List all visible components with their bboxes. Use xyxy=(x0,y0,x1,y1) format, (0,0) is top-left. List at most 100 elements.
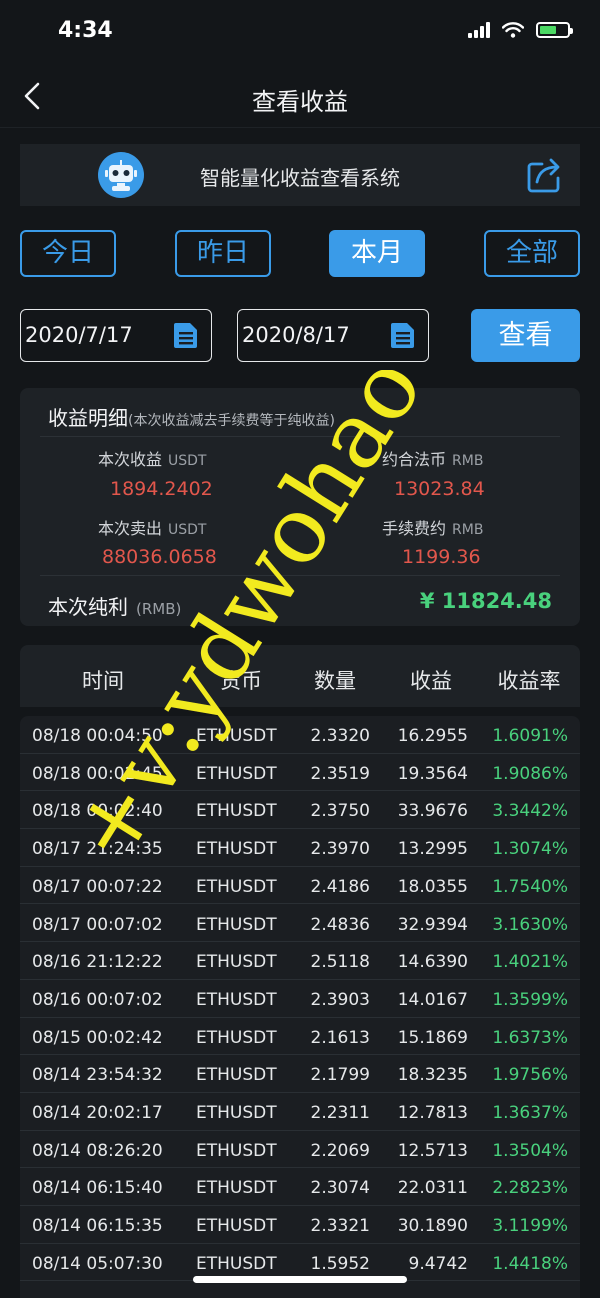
row-coin: ETHUSDT xyxy=(196,839,277,860)
this-sell-value: 88036.0658 xyxy=(102,546,217,568)
tab-all[interactable]: 全部 xyxy=(484,230,580,277)
row-profit: 18.3235 xyxy=(397,1065,468,1086)
fee-value: 1199.36 xyxy=(402,546,481,568)
row-quantity: 2.3321 xyxy=(310,1216,370,1237)
row-quantity: 2.3750 xyxy=(310,801,370,822)
row-time: 08/14 20:02:17 xyxy=(32,1103,163,1123)
row-quantity: 2.2311 xyxy=(310,1103,370,1123)
table-row: 08/14 20:02:17 ETHUSDT 2.2311 12.7813 1.3637… xyxy=(20,1093,580,1131)
row-coin: ETHUSDT xyxy=(196,1253,277,1274)
row-coin: ETHUSDT xyxy=(196,1216,277,1237)
row-quantity: 2.4186 xyxy=(310,876,370,897)
divider xyxy=(40,436,560,437)
home-indicator[interactable] xyxy=(193,1276,407,1283)
row-time: 08/17 21:24:35 xyxy=(32,839,163,860)
nav-bar: 查看收益 xyxy=(0,64,600,128)
row-time: 08/18 00:04:50 xyxy=(32,726,163,746)
start-date-value: 2020/7/17 xyxy=(25,323,133,347)
row-profit: 16.2955 xyxy=(397,726,468,746)
share-icon[interactable] xyxy=(526,156,564,194)
divider xyxy=(40,575,560,576)
row-quantity: 2.1613 xyxy=(310,1027,370,1048)
tab-this-month[interactable]: 本月 xyxy=(329,230,425,277)
this-profit-label-text: 本次收益 xyxy=(98,450,163,469)
start-date-field[interactable]: 2020/7/17 xyxy=(20,309,212,362)
row-time: 08/16 00:07:02 xyxy=(32,989,163,1010)
column-header-profit-rate: 收益率 xyxy=(497,669,561,693)
row-coin: ETHUSDT xyxy=(196,801,277,822)
end-date-field[interactable]: 2020/8/17 xyxy=(237,309,429,362)
approx-fiat-value: 13023.84 xyxy=(394,478,485,500)
row-profit-rate: 2.2823% xyxy=(492,1178,568,1199)
status-bar: 4:34 xyxy=(0,0,600,64)
net-profit-value: ¥ 11824.48 xyxy=(419,589,552,613)
row-profit: 32.9394 xyxy=(397,914,468,935)
table-header: 时间 货币 数量 收益 收益率 xyxy=(20,645,580,707)
fee-unit: RMB xyxy=(452,522,484,538)
column-header-quantity: 数量 xyxy=(314,669,356,693)
approx-fiat-label: 约合法币 RMB xyxy=(382,446,483,470)
row-profit: 30.1890 xyxy=(397,1216,468,1237)
battery-icon xyxy=(536,22,573,38)
net-profit-label: 本次纯利 (RMB) xyxy=(48,591,181,620)
system-banner: 智能量化收益查看系统 xyxy=(20,144,580,206)
approx-fiat-label-text: 约合法币 xyxy=(382,450,447,469)
row-quantity: 2.3970 xyxy=(310,839,370,860)
cellular-signal-icon xyxy=(468,22,490,38)
detail-title: 收益明细(本次收益减去手续费等于纯收益) xyxy=(48,402,335,431)
row-time: 08/18 00:02:45 xyxy=(32,763,163,784)
row-coin: ETHUSDT xyxy=(196,763,277,784)
row-profit-rate: 3.1630% xyxy=(492,914,568,935)
tab-yesterday[interactable]: 昨日 xyxy=(175,230,271,277)
net-profit-unit: (RMB) xyxy=(136,600,182,618)
row-quantity: 2.5118 xyxy=(310,952,370,973)
this-profit-value: 1894.2402 xyxy=(110,478,213,500)
row-profit: 12.5713 xyxy=(397,1140,468,1161)
table-row: 08/14 08:26:20 ETHUSDT 2.2069 12.5713 1.3504… xyxy=(20,1131,580,1169)
row-time: 08/18 00:02:40 xyxy=(32,801,163,822)
row-time: 08/16 21:12:22 xyxy=(32,952,163,973)
end-date-value: 2020/8/17 xyxy=(242,323,350,347)
row-profit: 15.1869 xyxy=(397,1027,468,1048)
table-row: 08/14 06:15:40 ETHUSDT 2.3074 22.0311 2.2823… xyxy=(20,1168,580,1207)
row-coin: ETHUSDT xyxy=(196,876,277,897)
row-profit-rate: 1.3074% xyxy=(492,839,568,860)
row-profit: 12.7813 xyxy=(397,1103,468,1123)
row-quantity: 2.3903 xyxy=(310,989,370,1010)
this-sell-label-text: 本次卖出 xyxy=(98,519,163,538)
this-profit-label: 本次收益 USDT xyxy=(98,446,206,470)
status-time: 4:34 xyxy=(58,18,113,43)
detail-note: (本次收益减去手续费等于纯收益) xyxy=(128,413,335,429)
system-title: 智能量化收益查看系统 xyxy=(200,166,400,190)
tab-today[interactable]: 今日 xyxy=(20,230,116,277)
row-quantity: 2.3074 xyxy=(310,1178,370,1199)
row-quantity: 2.2069 xyxy=(310,1140,370,1161)
row-profit-rate: 1.3504% xyxy=(492,1140,568,1161)
profit-table[interactable]: 08/18 00:04:50 ETHUSDT 2.3320 16.2955 1.6091… xyxy=(20,716,580,1298)
calendar-icon[interactable] xyxy=(171,320,201,350)
row-coin: ETHUSDT xyxy=(196,1140,277,1161)
page-title: 查看收益 xyxy=(252,88,348,116)
row-time: 08/15 00:02:42 xyxy=(32,1027,163,1048)
query-button[interactable]: 查看 xyxy=(471,309,580,362)
row-quantity: 2.4836 xyxy=(310,914,370,935)
row-time: 08/17 00:07:02 xyxy=(32,914,163,935)
column-header-coin: 货币 xyxy=(220,669,262,693)
row-profit: 14.0167 xyxy=(397,989,468,1010)
column-header-time: 时间 xyxy=(82,669,124,693)
row-profit: 9.4742 xyxy=(408,1253,468,1274)
row-profit-rate: 1.4021% xyxy=(492,952,568,973)
row-time: 08/14 06:15:40 xyxy=(32,1178,163,1199)
fee-label-text: 手续费约 xyxy=(382,519,447,538)
detail-title-text: 收益明细 xyxy=(48,406,128,430)
calendar-icon[interactable] xyxy=(388,320,418,350)
row-time: 08/14 23:54:32 xyxy=(32,1065,163,1086)
net-profit-label-text: 本次纯利 xyxy=(48,595,128,619)
row-quantity: 2.3519 xyxy=(310,763,370,784)
approx-fiat-unit: RMB xyxy=(452,453,484,469)
row-profit-rate: 3.1199% xyxy=(492,1216,568,1237)
row-profit: 14.6390 xyxy=(397,952,468,973)
wifi-icon xyxy=(502,22,524,38)
table-row: 08/18 00:02:40 ETHUSDT 2.3750 33.9676 3.3442… xyxy=(20,791,580,830)
row-time: 08/14 06:15:35 xyxy=(32,1216,163,1237)
